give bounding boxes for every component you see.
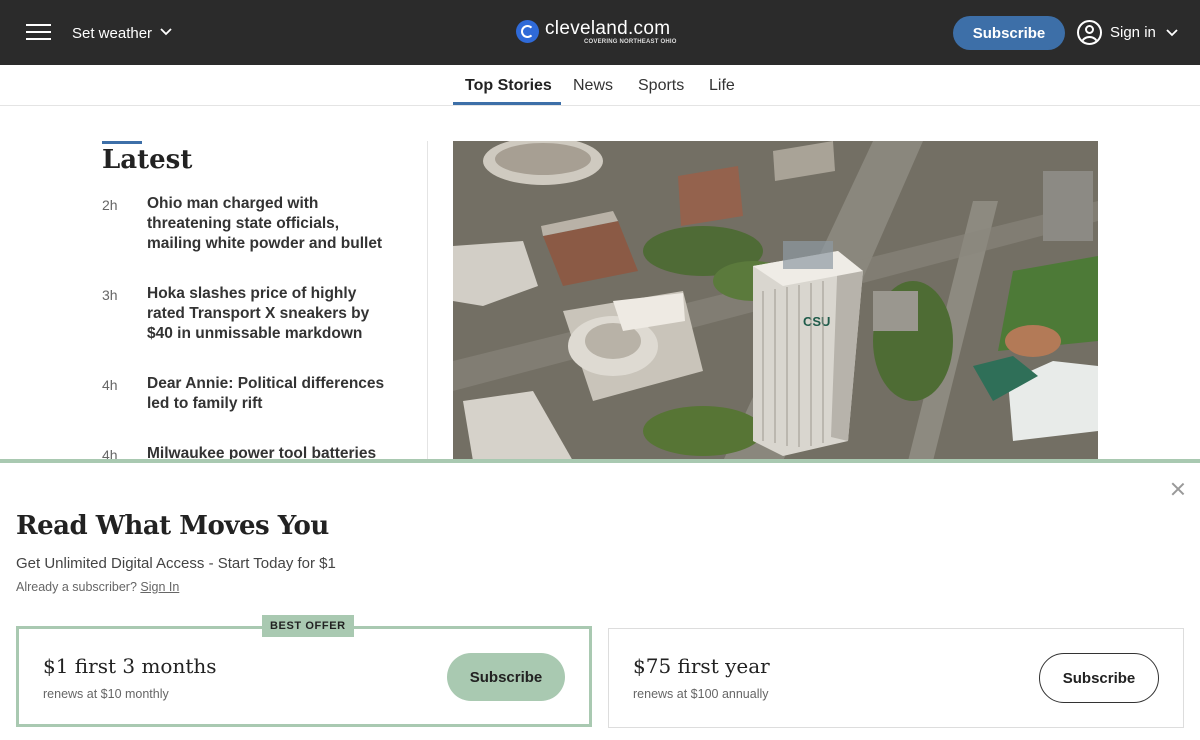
subscription-paywall: Read What Moves You Get Unlimited Digita…: [0, 459, 1200, 740]
offer-renewal: renews at $10 monthly: [43, 687, 169, 701]
top-header: Set weather cleveland.com COVERING NORTH…: [0, 0, 1200, 65]
section-nav: Top Stories News Sports Life: [0, 65, 1200, 106]
sign-in-label: Sign in: [1110, 24, 1156, 41]
offer-subscribe-button[interactable]: Subscribe: [1039, 653, 1159, 703]
logo-tagline: COVERING NORTHEAST OHIO: [584, 39, 677, 45]
active-tab-indicator: [453, 102, 561, 105]
offer-price: $1 first 3 months: [43, 654, 217, 678]
story-age: 2h: [102, 197, 118, 213]
already-subscriber-text: Already a subscriber? Sign In: [16, 580, 179, 594]
set-weather-label: Set weather: [72, 25, 153, 42]
aerial-city-photo: CSU: [453, 141, 1098, 461]
user-icon: [1077, 20, 1102, 45]
close-icon[interactable]: [1170, 481, 1186, 497]
column-divider: [427, 141, 428, 461]
story-headline[interactable]: Ohio man charged with threatening state …: [147, 194, 397, 254]
logo-icon: [516, 20, 539, 43]
chevron-down-icon: [1166, 24, 1178, 41]
paywall-subtitle: Get Unlimited Digital Access - Start Tod…: [16, 555, 336, 572]
latest-accent-bar: [102, 141, 142, 144]
story-age: 3h: [102, 287, 118, 303]
paywall-sign-in-link[interactable]: Sign In: [140, 580, 179, 594]
offer-card-annual: $75 first year renews at $100 annually S…: [608, 628, 1184, 728]
story-age: 4h: [102, 377, 118, 393]
already-subscriber-label: Already a subscriber?: [16, 580, 137, 594]
story-headline[interactable]: Hoka slashes price of highly rated Trans…: [147, 284, 397, 344]
menu-icon[interactable]: [26, 24, 52, 42]
logo-text: cleveland.com: [545, 18, 671, 39]
offer-renewal: renews at $100 annually: [633, 687, 769, 701]
offer-card-best: $1 first 3 months renews at $10 monthly …: [16, 626, 592, 727]
tab-life[interactable]: Life: [709, 77, 735, 95]
paywall-title: Read What Moves You: [16, 511, 329, 541]
sign-in-button[interactable]: Sign in: [1077, 20, 1178, 45]
tab-top-stories[interactable]: Top Stories: [465, 77, 552, 95]
csu-sign: CSU: [803, 314, 830, 329]
story-headline[interactable]: Dear Annie: Political differences led to…: [147, 374, 397, 414]
offer-subscribe-button[interactable]: Subscribe: [447, 653, 565, 701]
latest-heading: Latest: [102, 145, 193, 175]
offer-price: $75 first year: [633, 654, 770, 678]
tab-news[interactable]: News: [573, 77, 613, 95]
set-weather-button[interactable]: Set weather: [72, 23, 172, 42]
hero-image[interactable]: CSU: [453, 141, 1098, 461]
tab-sports[interactable]: Sports: [638, 77, 684, 95]
chevron-down-icon: [160, 23, 172, 40]
best-offer-badge: BEST OFFER: [262, 615, 354, 637]
subscribe-button[interactable]: Subscribe: [953, 16, 1065, 50]
